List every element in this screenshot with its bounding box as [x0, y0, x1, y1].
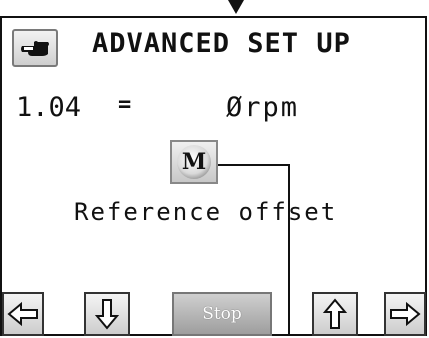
left-button[interactable]: [2, 292, 44, 336]
parameter-id: 1.04: [16, 92, 82, 123]
callout-line-vertical: [288, 164, 290, 336]
mode-glyph: M: [177, 145, 211, 179]
back-button[interactable]: [12, 29, 58, 67]
arrow-right-icon: [390, 301, 421, 327]
down-button[interactable]: [84, 292, 130, 336]
parameter-equals: =: [118, 92, 132, 117]
arrow-left-icon: [7, 301, 38, 327]
parameter-value: Ørpm: [226, 92, 300, 123]
callout-line-horizontal: [218, 164, 290, 166]
right-button[interactable]: [384, 292, 426, 336]
arrow-up-icon: [322, 298, 348, 329]
page-title: ADVANCED SET UP: [92, 28, 351, 59]
up-button[interactable]: [312, 292, 358, 336]
stop-button[interactable]: Stop: [172, 292, 272, 336]
pointer-arrow-icon: [228, 0, 244, 14]
parameter-description: Reference offset: [74, 198, 338, 226]
mode-button[interactable]: M: [170, 140, 218, 184]
stop-label: Stop: [202, 304, 242, 324]
arrow-down-icon: [94, 299, 120, 330]
hand-pointing-left-icon: [21, 41, 49, 56]
